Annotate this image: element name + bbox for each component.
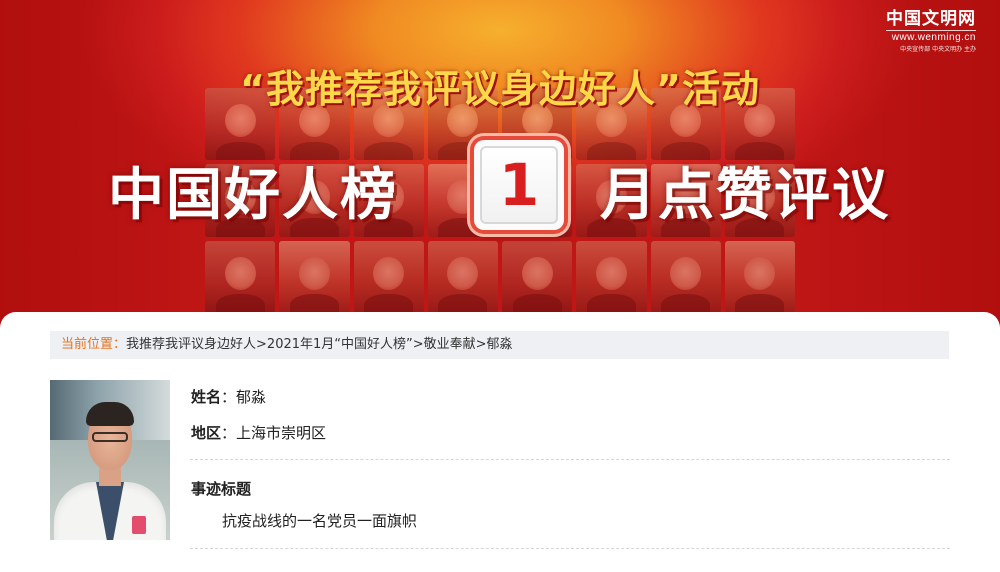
- hero-banner: 中国文明网 www.wenming.cn 中央宣传部 中央文明办 主办 “我推荐…: [0, 0, 1000, 330]
- breadcrumb-link-campaign[interactable]: 我推荐我评议身边好人: [126, 337, 256, 352]
- collage-photo: [650, 240, 721, 313]
- collage-photo: [724, 240, 795, 313]
- breadcrumb-prefix: 当前位置：: [61, 337, 127, 352]
- month-number: 1: [498, 151, 540, 219]
- site-logo-url: www.wenming.cn: [891, 32, 976, 43]
- region-row: 地区：上海市崇明区: [191, 422, 326, 443]
- divider: [190, 459, 950, 460]
- name-colon: ：: [221, 388, 237, 406]
- breadcrumb-current: >郁淼: [475, 337, 513, 352]
- region-value: 上海市崇明区: [236, 424, 327, 442]
- site-logo-name: 中国文明网: [886, 4, 976, 31]
- story-title: 抗疫战线的一名党员一面旗帜: [222, 512, 418, 530]
- collage-photo: [427, 240, 498, 313]
- divider: [190, 548, 950, 549]
- month-badge-inner: 1: [480, 146, 558, 224]
- collage-photo: [205, 240, 276, 313]
- breadcrumb: 当前位置：我推荐我评议身边好人>2021年1月“中国好人榜”>敬业奉献>郁淼: [50, 331, 949, 359]
- breadcrumb-link-category[interactable]: >敬业奉献: [413, 337, 476, 352]
- campaign-subtitle: “我推荐我评议身边好人”活动: [240, 67, 760, 111]
- site-logo[interactable]: 中国文明网 www.wenming.cn 中央宣传部 中央文明办 主办: [886, 4, 976, 53]
- banner-title-left: 中国好人榜: [108, 163, 398, 228]
- site-logo-sponsor: 中央宣传部 中央文明办 主办: [900, 46, 976, 53]
- collage-photo: [576, 240, 647, 313]
- banner-title-right: 月点赞评议: [600, 163, 890, 228]
- collage-photo: [502, 240, 573, 313]
- collage-photo: [279, 240, 350, 313]
- collage-photo: [353, 240, 424, 313]
- person-photo: [50, 380, 170, 540]
- story-heading: 事迹标题: [191, 480, 252, 498]
- month-badge: 1: [474, 140, 564, 230]
- region-colon: ：: [221, 424, 237, 442]
- name-row: 姓名：郁淼: [191, 386, 266, 407]
- breadcrumb-link-month[interactable]: >2021年1月“中国好人榜”: [256, 337, 413, 352]
- name-label: 姓名: [191, 388, 222, 406]
- name-value: 郁淼: [236, 388, 267, 406]
- region-label: 地区: [191, 424, 222, 442]
